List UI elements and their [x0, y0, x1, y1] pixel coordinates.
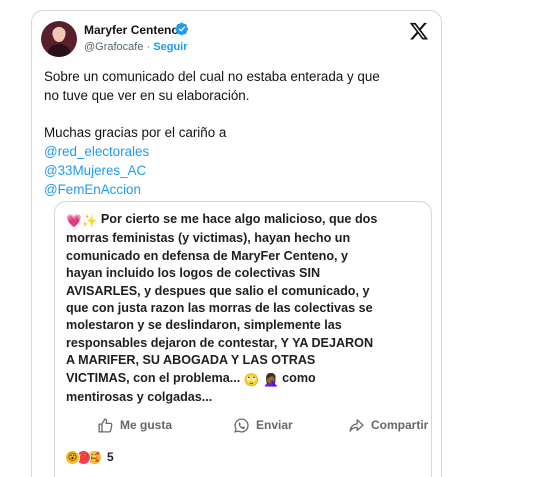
embed-line: comunicado en defensa de MaryFer Centeno…: [66, 248, 349, 263]
separator-dot: ·: [146, 41, 151, 53]
eye-roll-icon: 🙄: [243, 372, 260, 387]
embed-line: responsables dejaron de contestar, Y YA …: [66, 335, 374, 350]
embed-line: mentirosas y colgadas...: [66, 390, 213, 405]
wow-reaction-icon: 😮: [65, 449, 80, 465]
reaction-count: 5: [107, 450, 114, 464]
thumbs-up-icon: [98, 417, 113, 433]
tweet-line-1: Sobre un comunicado del cual no estaba e…: [44, 69, 380, 84]
avatar[interactable]: [41, 21, 77, 57]
sparkles-icon: ✨: [81, 214, 98, 228]
embed-line: AVISARLES, y despues que salio el comuni…: [66, 283, 370, 298]
avatar-face: [53, 28, 65, 42]
like-label: Me gusta: [120, 418, 173, 432]
embed-line: 💗✨ Por cierto se me hace algo malicioso,…: [66, 212, 378, 228]
pink-heart-icon: 💗: [66, 214, 82, 228]
mention-femenaccion[interactable]: @FemEnAccion: [44, 180, 429, 199]
author-handle[interactable]: @Grafocafe: [84, 41, 143, 53]
embedded-post-text: 💗✨ Por cierto se me hace algo malicioso,…: [66, 211, 426, 406]
post-actions: Me gusta Enviar Compartir: [55, 410, 431, 440]
tweet-card[interactable]: Maryfer Centeno @Grafocafe · Seguir Sobr…: [31, 10, 442, 477]
verified-badge-icon: [175, 22, 188, 36]
mention-33mujeres[interactable]: @33Mujeres_AC: [44, 161, 429, 180]
send-label: Enviar: [256, 418, 293, 432]
share-label: Compartir: [371, 418, 429, 432]
share-arrow-icon: [349, 418, 364, 432]
follow-button[interactable]: Seguir: [153, 41, 187, 53]
like-button[interactable]: Me gusta: [97, 414, 172, 436]
tweet-text: Sobre un comunicado del cual no estaba e…: [44, 67, 429, 199]
embed-line: A MARIFER, SU ABOGADA Y LAS OTRAS: [66, 353, 316, 368]
send-button[interactable]: Enviar: [233, 414, 293, 436]
embed-line: morras feministas (y victimas), hayan he…: [66, 231, 351, 246]
share-button[interactable]: Compartir: [348, 414, 428, 436]
facepalm-icon: 🤦🏾‍♀️: [262, 372, 279, 387]
mention-red-electorales[interactable]: @red_electorales: [44, 142, 429, 161]
embed-line: que con justa razon las morras de las co…: [66, 301, 373, 316]
page: Maryfer Centeno @Grafocafe · Seguir Sobr…: [0, 0, 535, 477]
tweet-header: Maryfer Centeno @Grafocafe · Seguir: [32, 11, 441, 71]
reactions-summary[interactable]: 😮 ❤️ 🥰 5: [65, 448, 114, 466]
whatsapp-icon: [234, 417, 249, 433]
x-logo-icon[interactable]: [409, 21, 429, 41]
embed-line: molestaron y se deslindaron, simplemente…: [66, 318, 342, 333]
embed-line: hayan incluido los logos de colectivas S…: [66, 266, 321, 281]
embed-line: VICTIMAS, con el problema... 🙄 🤦🏾‍♀️ com…: [66, 370, 316, 387]
embedded-post[interactable]: 💗✨ Por cierto se me hace algo malicioso,…: [54, 201, 432, 477]
tweet-thanks: Muchas gracias por el cariño a: [44, 125, 227, 140]
avatar-shoulders: [48, 44, 70, 57]
author-name[interactable]: Maryfer Centeno: [84, 23, 179, 37]
handle-row: @Grafocafe · Seguir: [84, 41, 188, 53]
tweet-line-2: no tuve que ver en su elaboración.: [44, 88, 250, 103]
